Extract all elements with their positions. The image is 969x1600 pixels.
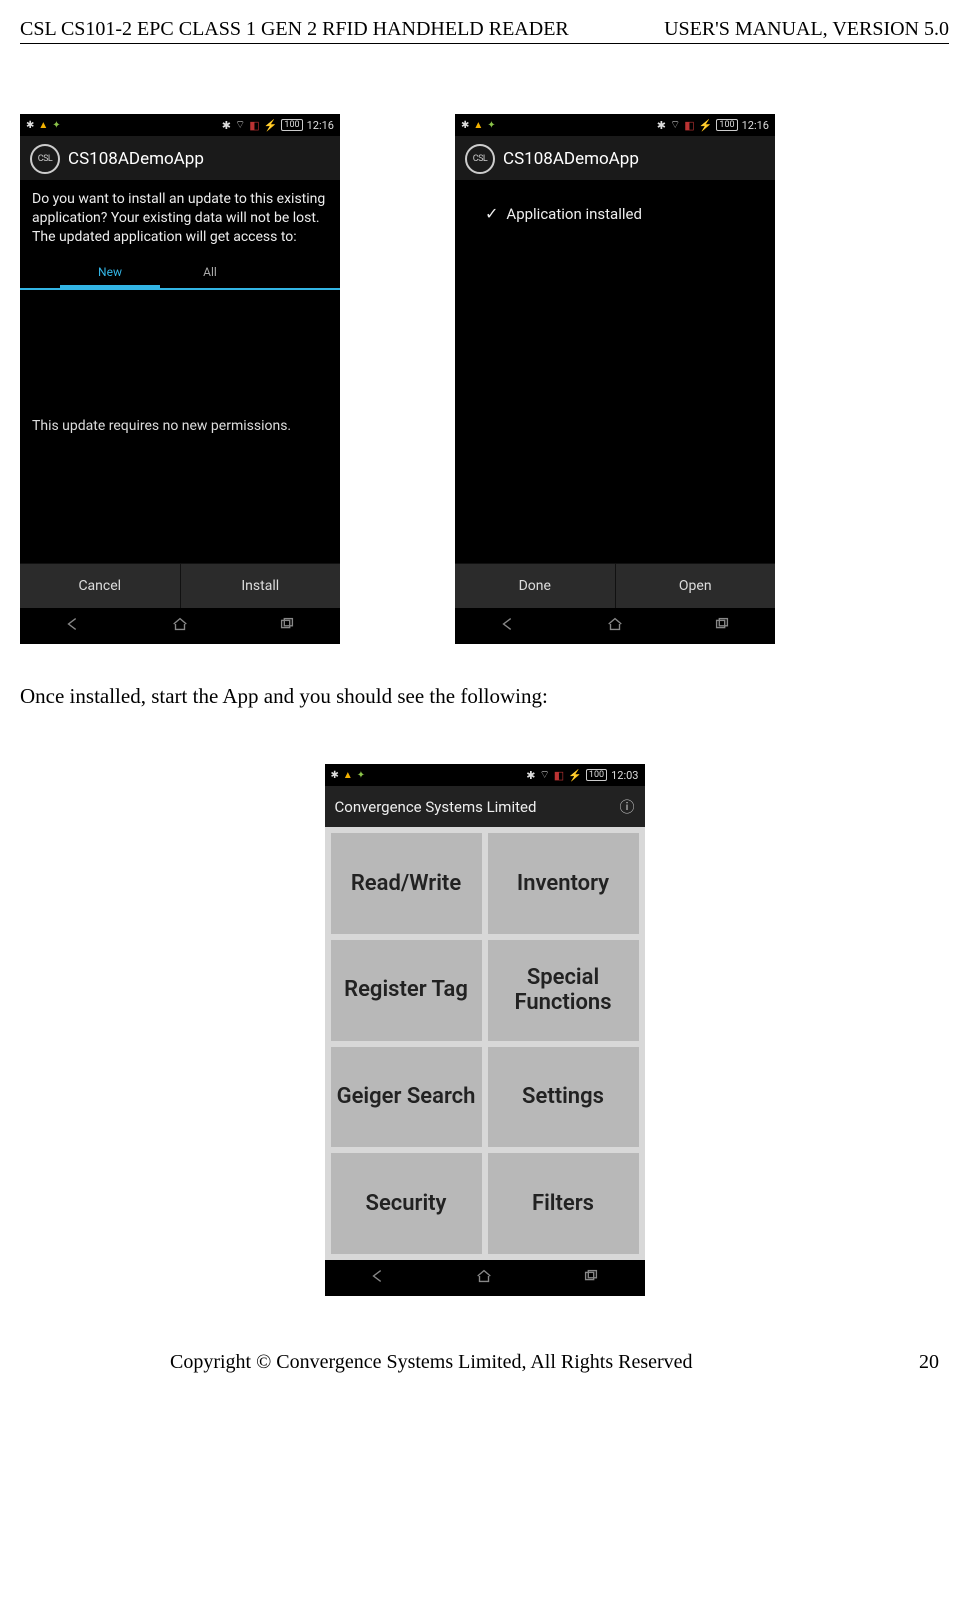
bluetooth-icon: ✱ [222,119,231,132]
sim-icon: ◧ [554,769,564,782]
app-title-bar: Convergence Systems Limited ⓘ [325,786,645,827]
inventory-button[interactable]: Inventory [488,833,639,934]
screenshot-app-main-menu: ✱ ▲ ✦ ✱ ⌔ ◧ ⚡ 100 12:03 Convergence Syst… [325,764,645,1296]
special-functions-button[interactable]: Special Functions [488,940,639,1041]
screenshot-install-complete: ✱ ▲ ✦ ✱ ⌔ ◧ ⚡ 100 12:16 CSL CS108ADemoAp… [455,114,775,644]
filters-button[interactable]: Filters [488,1153,639,1254]
security-button[interactable]: Security [331,1153,482,1254]
charge-icon: ⚡ [568,769,582,782]
back-icon[interactable] [499,616,517,636]
settings-button[interactable]: Settings [488,1047,639,1148]
android-icon: ✦ [52,120,60,131]
copyright-text: Copyright © Convergence Systems Limited,… [170,1351,693,1374]
open-button[interactable]: Open [615,563,776,608]
page-number: 20 [919,1351,939,1374]
home-icon[interactable] [171,616,189,636]
bluetooth-icon: ✱ [526,769,535,782]
install-button[interactable]: Install [180,563,341,608]
doc-header-right: USER'S MANUAL, VERSION 5.0 [664,18,949,41]
status-bar: ✱ ▲ ✦ ✱ ⌔ ◧ ⚡ 100 12:16 [20,114,340,136]
screenshot-install-prompt: ✱ ▲ ✦ ✱ ⌔ ◧ ⚡ 100 12:16 CSL CS108ADemoAp… [20,114,340,644]
android-icon: ✦ [487,120,495,131]
sim-icon: ◧ [249,119,259,132]
system-nav-bar [20,608,340,644]
check-icon: ✓ [485,204,498,223]
done-button[interactable]: Done [455,563,615,608]
recent-apps-icon[interactable] [278,616,296,636]
android-icon: ✦ [357,770,365,781]
permissions-text: This update requires no new permissions. [20,408,340,444]
main-menu-grid: Read/Write Inventory Register Tag Specia… [325,827,645,1260]
app-header: CSL CS108ADemoApp [20,136,340,180]
status-bar: ✱ ▲ ✦ ✱ ⌔ ◧ ⚡ 100 12:16 [455,114,775,136]
app-title: Convergence Systems Limited [335,798,537,816]
csl-logo-icon: CSL [465,144,495,174]
installed-message: ✓ Application installed [455,180,775,223]
status-bar: ✱ ▲ ✦ ✱ ⌔ ◧ ⚡ 100 12:03 [325,764,645,786]
read-write-button[interactable]: Read/Write [331,833,482,934]
permission-tabs: New All [60,259,260,288]
csl-logo-icon: CSL [30,144,60,174]
status-time: 12:03 [611,769,638,782]
system-nav-bar [325,1260,645,1296]
charge-icon: ⚡ [264,119,278,132]
tab-all[interactable]: All [160,259,260,288]
tab-new[interactable]: New [60,259,160,288]
install-info-text: Do you want to install an update to this… [20,180,340,255]
system-nav-bar [455,608,775,644]
status-time: 12:16 [307,119,334,132]
status-time: 12:16 [742,119,769,132]
home-icon[interactable] [475,1268,493,1288]
back-icon[interactable] [64,616,82,636]
battery-level: 100 [586,769,607,781]
wifi-icon: ⌔ [539,768,549,782]
register-tag-button[interactable]: Register Tag [331,940,482,1041]
installed-text: Application installed [506,205,642,223]
bluetooth-icon: ✱ [331,770,339,781]
bluetooth-icon: ✱ [26,120,34,131]
wifi-icon: ⌔ [235,118,245,132]
charge-icon: ⚡ [699,119,713,132]
geiger-search-button[interactable]: Geiger Search [331,1047,482,1148]
recent-apps-icon[interactable] [713,616,731,636]
wifi-icon: ⌔ [670,118,680,132]
bluetooth-icon: ✱ [657,119,666,132]
bluetooth-icon: ✱ [461,120,469,131]
sim-icon: ◧ [684,119,694,132]
back-icon[interactable] [369,1268,387,1288]
home-icon[interactable] [606,616,624,636]
warning-icon: ▲ [38,120,48,131]
body-paragraph: Once installed, start the App and you sh… [20,684,949,709]
cancel-button[interactable]: Cancel [20,563,180,608]
battery-level: 100 [716,119,737,131]
info-icon[interactable]: ⓘ [619,796,634,817]
warning-icon: ▲ [343,770,353,781]
battery-level: 100 [281,119,302,131]
doc-header-left: CSL CS101-2 EPC CLASS 1 GEN 2 RFID HANDH… [20,18,569,41]
recent-apps-icon[interactable] [582,1268,600,1288]
warning-icon: ▲ [473,120,483,131]
app-title: CS108ADemoApp [68,149,204,169]
app-header: CSL CS108ADemoApp [455,136,775,180]
app-title: CS108ADemoApp [503,149,639,169]
